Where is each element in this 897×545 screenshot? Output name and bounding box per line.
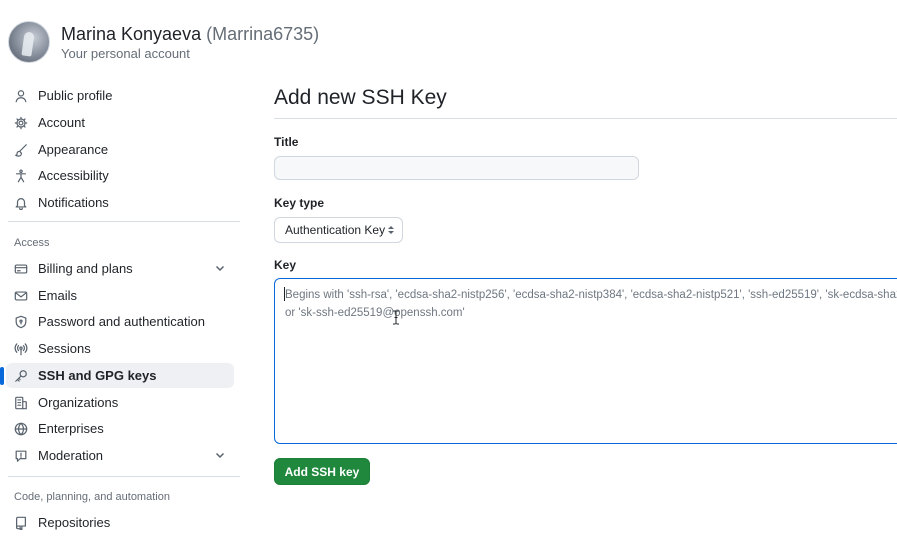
key-type-selected-value: Authentication Key	[285, 223, 386, 237]
repo-icon	[13, 515, 29, 531]
sidebar-item-label: Moderation	[38, 448, 104, 463]
chevron-down-icon[interactable]	[214, 449, 226, 461]
sidebar-item-label: Repositories	[38, 515, 111, 530]
sidebar-item-moderation[interactable]: Moderation	[6, 443, 234, 468]
sidebar-item-label: SSH and GPG keys	[38, 368, 157, 383]
key-type-select[interactable]: Authentication Key	[274, 217, 403, 243]
title-input[interactable]	[274, 156, 639, 180]
chevron-down-icon[interactable]	[214, 262, 226, 274]
sidebar-item-label: Notifications	[38, 195, 109, 210]
key-field-label: Key	[274, 258, 297, 272]
bell-icon	[13, 195, 29, 211]
sidebar-item-billing[interactable]: Billing and plans	[6, 256, 234, 281]
sidebar-item-emails[interactable]: Emails	[6, 283, 234, 308]
shield-lock-icon	[13, 314, 29, 330]
sidebar-item-label: Organizations	[38, 395, 119, 410]
settings-sidebar: Public profile Account Appearance Access…	[0, 0, 240, 545]
add-ssh-key-button[interactable]: Add SSH key	[274, 458, 370, 485]
sidebar-item-enterprises[interactable]: Enterprises	[6, 416, 234, 441]
paintbrush-icon	[13, 142, 29, 158]
text-cursor	[284, 287, 285, 301]
key-type-label: Key type	[274, 196, 325, 210]
sidebar-item-ssh-gpg-keys[interactable]: SSH and GPG keys	[0, 363, 234, 388]
sidebar-item-organizations[interactable]: Organizations	[6, 390, 234, 415]
title-divider	[274, 118, 897, 119]
sidebar-item-password[interactable]: Password and authentication	[6, 309, 234, 334]
title-field-label: Title	[274, 135, 299, 149]
sidebar-item-label: Appearance	[38, 142, 109, 157]
sidebar-item-sessions[interactable]: Sessions	[6, 336, 234, 361]
globe-icon	[13, 421, 29, 437]
accessibility-icon	[13, 168, 29, 184]
key-icon	[13, 368, 29, 384]
sidebar-item-label: Enterprises	[38, 421, 104, 436]
sidebar-item-label: Password and authentication	[38, 314, 205, 329]
section-title-code-planning: Code, planning, and automation	[14, 491, 170, 503]
sidebar-item-label: Public profile	[38, 88, 113, 103]
sidebar-item-account[interactable]: Account	[6, 110, 234, 135]
report-icon	[13, 448, 29, 464]
sidebar-item-accessibility[interactable]: Accessibility	[6, 163, 234, 188]
broadcast-icon	[13, 341, 29, 357]
sidebar-item-label: Accessibility	[38, 168, 109, 183]
gear-icon	[13, 115, 29, 131]
sidebar-item-label: Sessions	[38, 341, 91, 356]
page-title: Add new SSH Key	[274, 86, 447, 109]
organization-icon	[13, 395, 29, 411]
select-arrows-icon	[388, 226, 394, 234]
section-title-access: Access	[14, 237, 50, 249]
sidebar-item-repositories[interactable]: Repositories	[6, 510, 234, 535]
sidebar-item-public-profile[interactable]: Public profile	[6, 83, 234, 108]
sidebar-divider	[8, 476, 240, 477]
sidebar-item-label: Account	[38, 115, 85, 130]
sidebar-item-label: Billing and plans	[38, 261, 133, 276]
sidebar-item-appearance[interactable]: Appearance	[6, 137, 234, 162]
sidebar-item-notifications[interactable]: Notifications	[6, 190, 234, 215]
sidebar-divider	[8, 221, 240, 222]
ibeam-cursor-icon	[393, 310, 399, 325]
key-textarea[interactable]: Begins with 'ssh-rsa', 'ecdsa-sha2-nistp…	[274, 278, 897, 444]
mail-icon	[13, 288, 29, 304]
sidebar-item-label: Emails	[38, 288, 78, 303]
credit-card-icon	[13, 261, 29, 277]
person-icon	[13, 88, 29, 104]
